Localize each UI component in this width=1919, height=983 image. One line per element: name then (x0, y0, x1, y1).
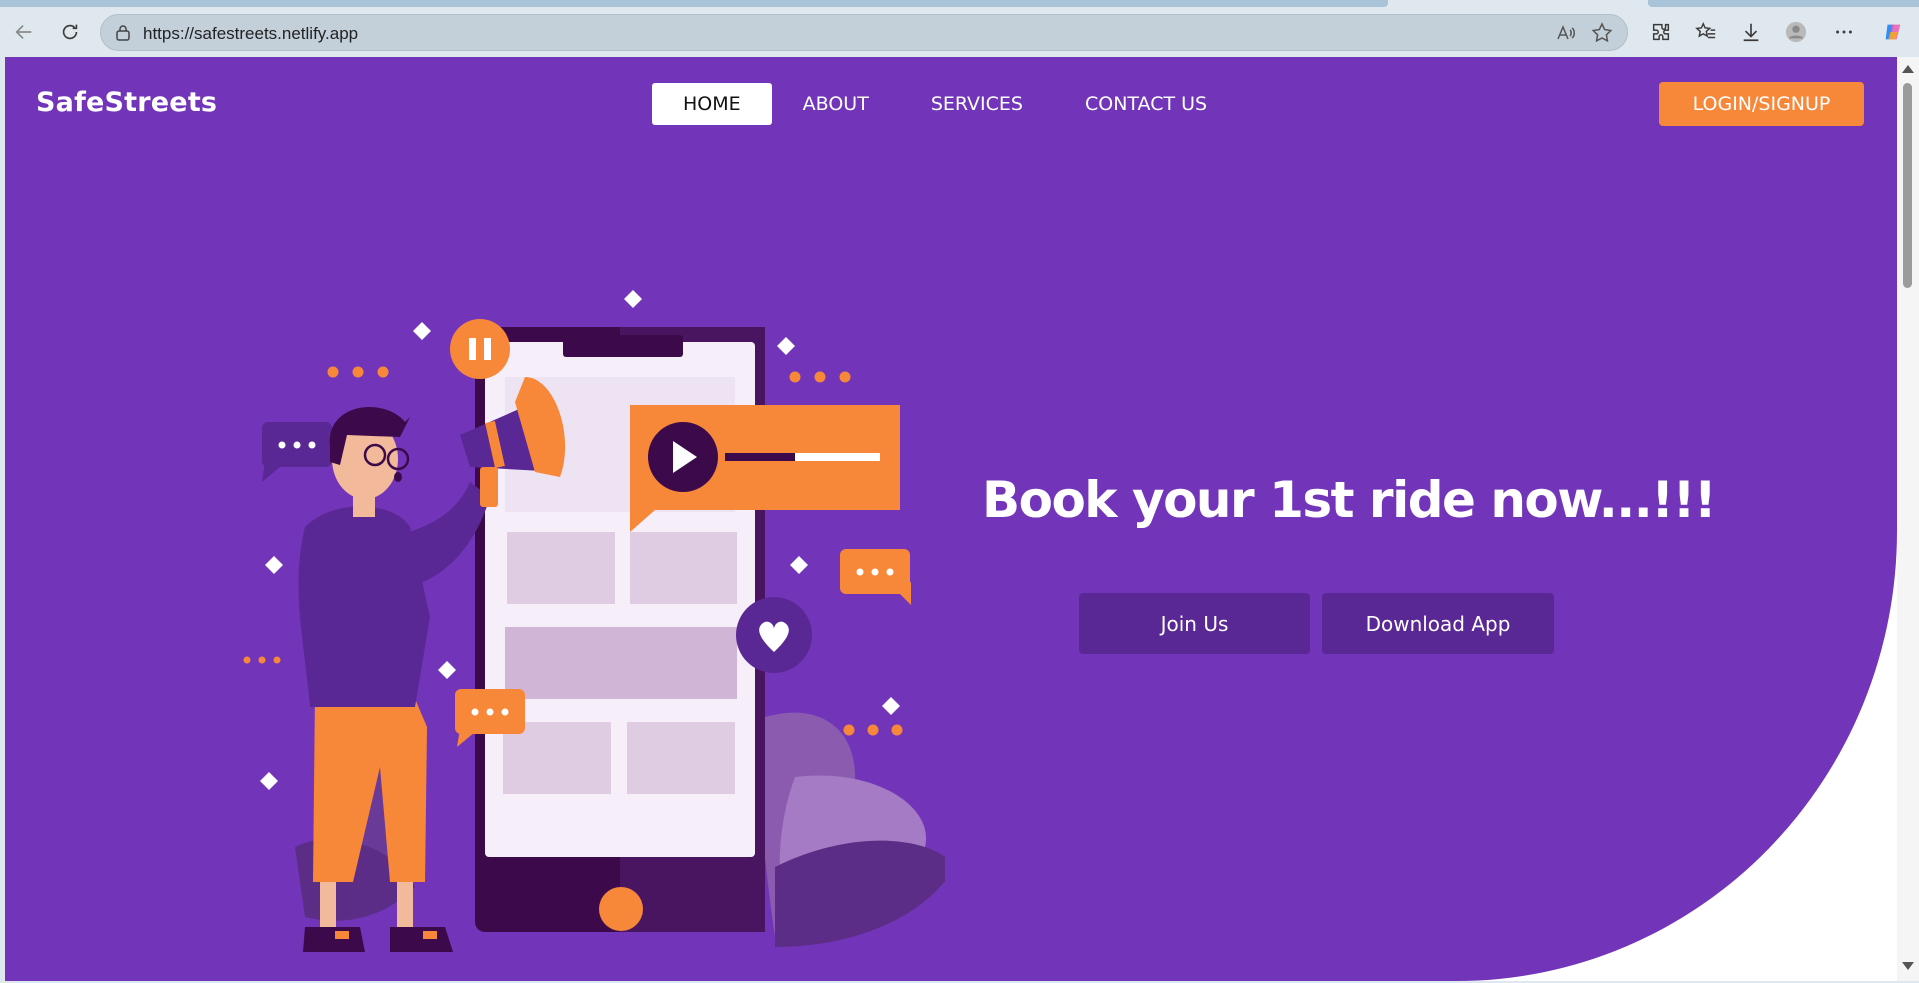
favorites-icon[interactable] (1690, 16, 1722, 48)
scroll-up-icon[interactable] (1902, 65, 1914, 73)
pause-bar (484, 338, 491, 360)
back-arrow-icon[interactable] (8, 16, 40, 48)
site-logo[interactable]: SafeStreets (36, 87, 217, 118)
person-figure (298, 407, 490, 952)
chat-bubble-tail (457, 729, 475, 747)
scrollbar-thumb[interactable] (1903, 83, 1912, 288)
video-progress-fill (725, 453, 795, 461)
read-aloud-icon[interactable] (1555, 22, 1577, 44)
page-scrollbar[interactable] (1897, 57, 1919, 983)
nav-home[interactable]: HOME (652, 83, 772, 125)
pause-bar (469, 338, 476, 360)
active-tab-indicator (0, 0, 1388, 7)
login-signup-button[interactable]: LOGIN/SIGNUP (1659, 82, 1864, 126)
screen-block (507, 532, 615, 604)
screen-block (627, 722, 735, 794)
scroll-down-icon[interactable] (1902, 962, 1914, 970)
sparkle-shape (438, 661, 456, 679)
screen-block (630, 532, 737, 604)
page-viewport: SafeStreets HOME ABOUT SERVICES CONTACT … (5, 57, 1897, 981)
phone-notch (563, 335, 683, 357)
main-nav: HOME ABOUT SERVICES CONTACT US (652, 83, 1238, 125)
screen-block (505, 627, 737, 699)
sparkle-shape (265, 556, 283, 574)
copilot-icon[interactable] (1877, 16, 1909, 48)
nav-services[interactable]: SERVICES (900, 83, 1054, 125)
nav-about[interactable]: ABOUT (772, 83, 900, 125)
sparkle-shape (413, 322, 431, 340)
download-app-button[interactable]: Download App (1322, 593, 1554, 654)
join-us-button[interactable]: Join Us (1079, 593, 1310, 654)
phone-home-button (599, 887, 643, 931)
favorite-star-icon[interactable] (1591, 22, 1613, 44)
sparkle-shape (790, 556, 808, 574)
browser-toolbar: https://safestreets.netlify.app (0, 7, 1919, 57)
url-text[interactable]: https://safestreets.netlify.app (143, 24, 358, 44)
pause-icon (450, 319, 510, 379)
site-info-icon[interactable] (113, 23, 133, 43)
sparkle-shape (624, 290, 642, 308)
marketing-illustration (243, 290, 945, 952)
tab-strip (0, 0, 1919, 7)
leaf-shape (775, 840, 945, 947)
extensions-icon[interactable] (1645, 16, 1677, 48)
sparkle-shape (882, 697, 900, 715)
profile-icon[interactable] (1780, 16, 1812, 48)
downloads-icon[interactable] (1735, 16, 1767, 48)
more-icon[interactable] (1828, 16, 1860, 48)
nav-contact-us[interactable]: CONTACT US (1054, 83, 1238, 125)
address-bar[interactable]: https://safestreets.netlify.app (100, 14, 1628, 51)
reload-icon[interactable] (54, 16, 86, 48)
sparkle-shape (777, 337, 795, 355)
sparkle-shape (260, 772, 278, 790)
tab-indicator (1648, 0, 1919, 7)
hero-headline: Book your 1st ride now...!!! (982, 471, 1717, 529)
